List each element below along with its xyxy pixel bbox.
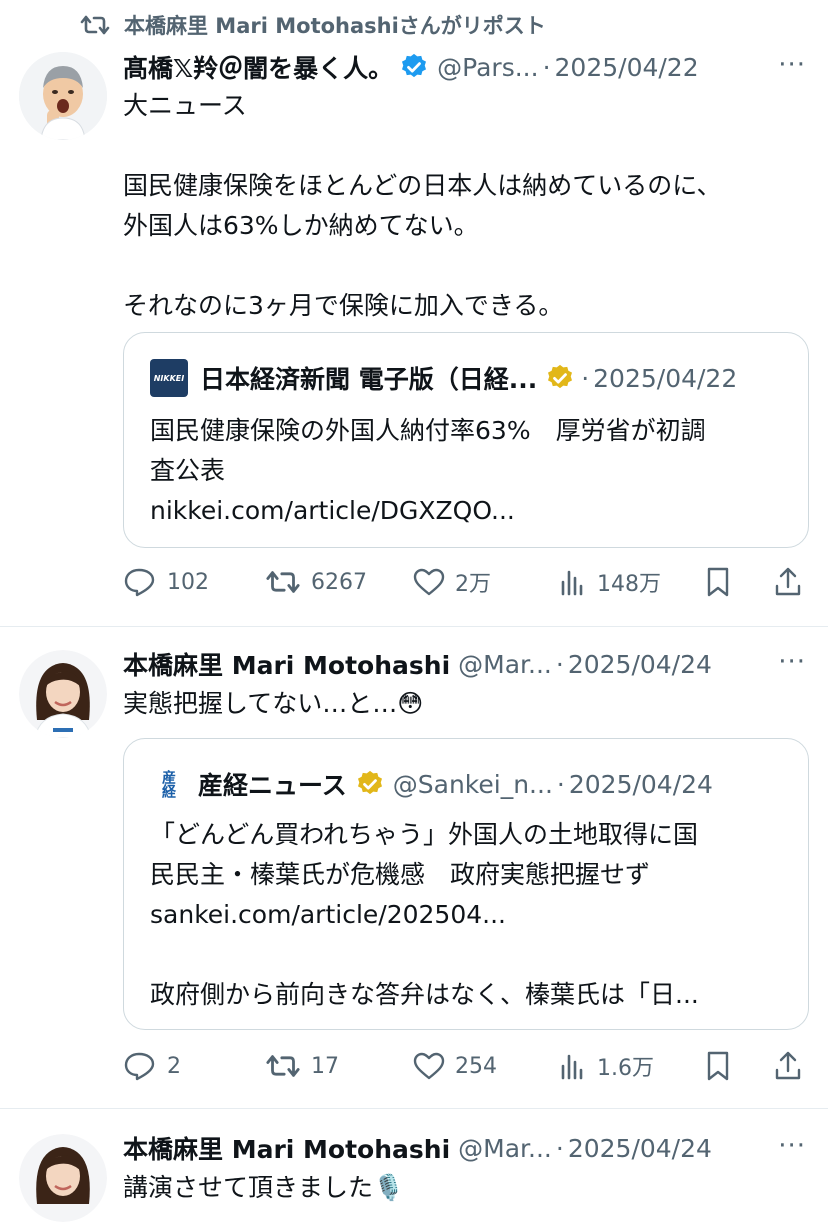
repost-button[interactable]: 6267 (265, 568, 367, 596)
more-icon[interactable]: ··· (778, 50, 806, 80)
like-button[interactable]: 2万 (413, 566, 491, 598)
tweet-text: 講演させて頂きました🎙️ (123, 1173, 405, 1202)
date-separator: · (555, 649, 564, 679)
repost-icon (266, 571, 300, 593)
views-count: 1.6万 (597, 1056, 654, 1081)
tweet-text: 大ニュース 国民健康保険をほとんどの日本人は納めているのに、 外国人は63%しか… (123, 91, 722, 320)
repost-icon (80, 15, 110, 35)
quote-date: 2025/04/24 (568, 769, 713, 799)
more-icon[interactable]: ··· (778, 647, 806, 677)
quote-card[interactable]: 産経 産経ニュース @Sankei_n... · 2025/04/24 「どんど… (123, 738, 809, 1030)
like-count: 2万 (455, 572, 491, 597)
avatar[interactable] (19, 52, 107, 140)
divider (0, 1108, 828, 1109)
avatar-image (19, 1134, 107, 1222)
repost-banner-text: 本橋麻里 Mari Motohashiさんがリポスト (124, 14, 546, 38)
quote-author-name: 日本経済新聞 電子版（日経... (200, 365, 538, 394)
sankei-logo: 産経 (150, 766, 186, 802)
verified-gold-icon (357, 770, 382, 795)
action-bar: 102 6267 2万 148万 (123, 562, 813, 602)
like-icon (413, 568, 445, 596)
author-name[interactable]: 本橋麻里 Mari Motohashi (123, 1130, 450, 1166)
bookmark-button[interactable] (705, 1050, 741, 1082)
tweet-header: 本橋麻里 Mari Motohashi @Mar... · 2025/04/24 (123, 647, 823, 681)
date-separator: · (542, 52, 551, 82)
more-icon[interactable]: ··· (778, 1131, 806, 1161)
quote-author-name: 産経ニュース (198, 771, 347, 800)
author-handle[interactable]: @Mar... (458, 650, 552, 679)
tweet-date[interactable]: 2025/04/24 (568, 1134, 712, 1163)
bookmark-button[interactable] (705, 566, 741, 598)
quote-card[interactable]: NIKKEI 日本経済新聞 電子版（日経... · 2025/04/22 国民健… (123, 332, 809, 548)
views-button[interactable]: 148万 (559, 566, 661, 598)
reply-button[interactable]: 102 (123, 567, 209, 597)
date-separator: · (555, 1133, 564, 1163)
nikkei-logo-text: NIKKEI (153, 373, 185, 383)
bookmark-icon (707, 1051, 729, 1081)
repost-count: 17 (311, 1053, 339, 1079)
reply-icon (124, 568, 155, 597)
author-handle[interactable]: @Mar... (458, 1134, 552, 1163)
reply-count: 2 (167, 1053, 181, 1079)
author-name[interactable]: 髙橋𝕏羚＠闇を暴く人。 (123, 49, 393, 85)
divider (0, 626, 828, 627)
quote-date-separator: · (556, 769, 565, 799)
verified-gold-icon (548, 364, 573, 389)
verified-blue-icon (402, 53, 427, 78)
avatar[interactable] (19, 1134, 107, 1222)
quote-author-handle: @Sankei_n... (392, 769, 553, 799)
views-count: 148万 (597, 572, 661, 597)
quote-date-separator: · (581, 363, 590, 393)
tweet-header: 本橋麻里 Mari Motohashi @Mar... · 2025/04/24 (123, 1131, 823, 1165)
author-name[interactable]: 本橋麻里 Mari Motohashi (123, 646, 450, 682)
quote-text: 国民健康保険の外国人納付率63% 厚労省が初調 査公表 nikkei.com/a… (150, 416, 706, 525)
share-icon (775, 1051, 801, 1080)
like-icon (413, 1052, 445, 1080)
like-button[interactable]: 254 (413, 1052, 497, 1080)
tweet-header: 髙橋𝕏羚＠闇を暴く人。 @Pars... · 2025/04/22 (123, 50, 823, 84)
repost-banner[interactable]: 本橋麻里 Mari Motohashiさんがリポスト (80, 10, 546, 40)
reply-icon (124, 1052, 155, 1081)
bookmark-icon (707, 567, 729, 597)
repost-button[interactable]: 17 (265, 1052, 339, 1080)
repost-count: 6267 (311, 569, 367, 595)
quote-text: 「どんどん買われちゃう」外国人の土地取得に国 民民主・榛葉氏が危機感 政府実態把… (150, 820, 699, 1009)
share-button[interactable] (773, 566, 813, 598)
views-icon (561, 1054, 583, 1080)
share-icon (775, 567, 801, 596)
reply-count: 102 (167, 569, 209, 595)
tweet-date[interactable]: 2025/04/24 (568, 650, 712, 679)
action-bar: 2 17 254 1.6万 (123, 1046, 813, 1086)
views-icon (561, 570, 583, 596)
like-count: 254 (455, 1053, 497, 1079)
views-button[interactable]: 1.6万 (559, 1050, 654, 1082)
tweet-date[interactable]: 2025/04/22 (555, 53, 699, 82)
reply-button[interactable]: 2 (123, 1051, 181, 1081)
repost-icon (266, 1055, 300, 1077)
author-handle[interactable]: @Pars... (437, 53, 538, 82)
nikkei-logo: NIKKEI (150, 359, 188, 397)
sankei-logo-text: 産経 (160, 770, 176, 798)
avatar-image (19, 52, 107, 140)
quote-date: 2025/04/22 (593, 363, 738, 393)
avatar-image (19, 650, 107, 738)
share-button[interactable] (773, 1050, 813, 1082)
tweet-text: 実態把握してない…と…😳 (123, 689, 424, 718)
avatar[interactable] (19, 650, 107, 738)
